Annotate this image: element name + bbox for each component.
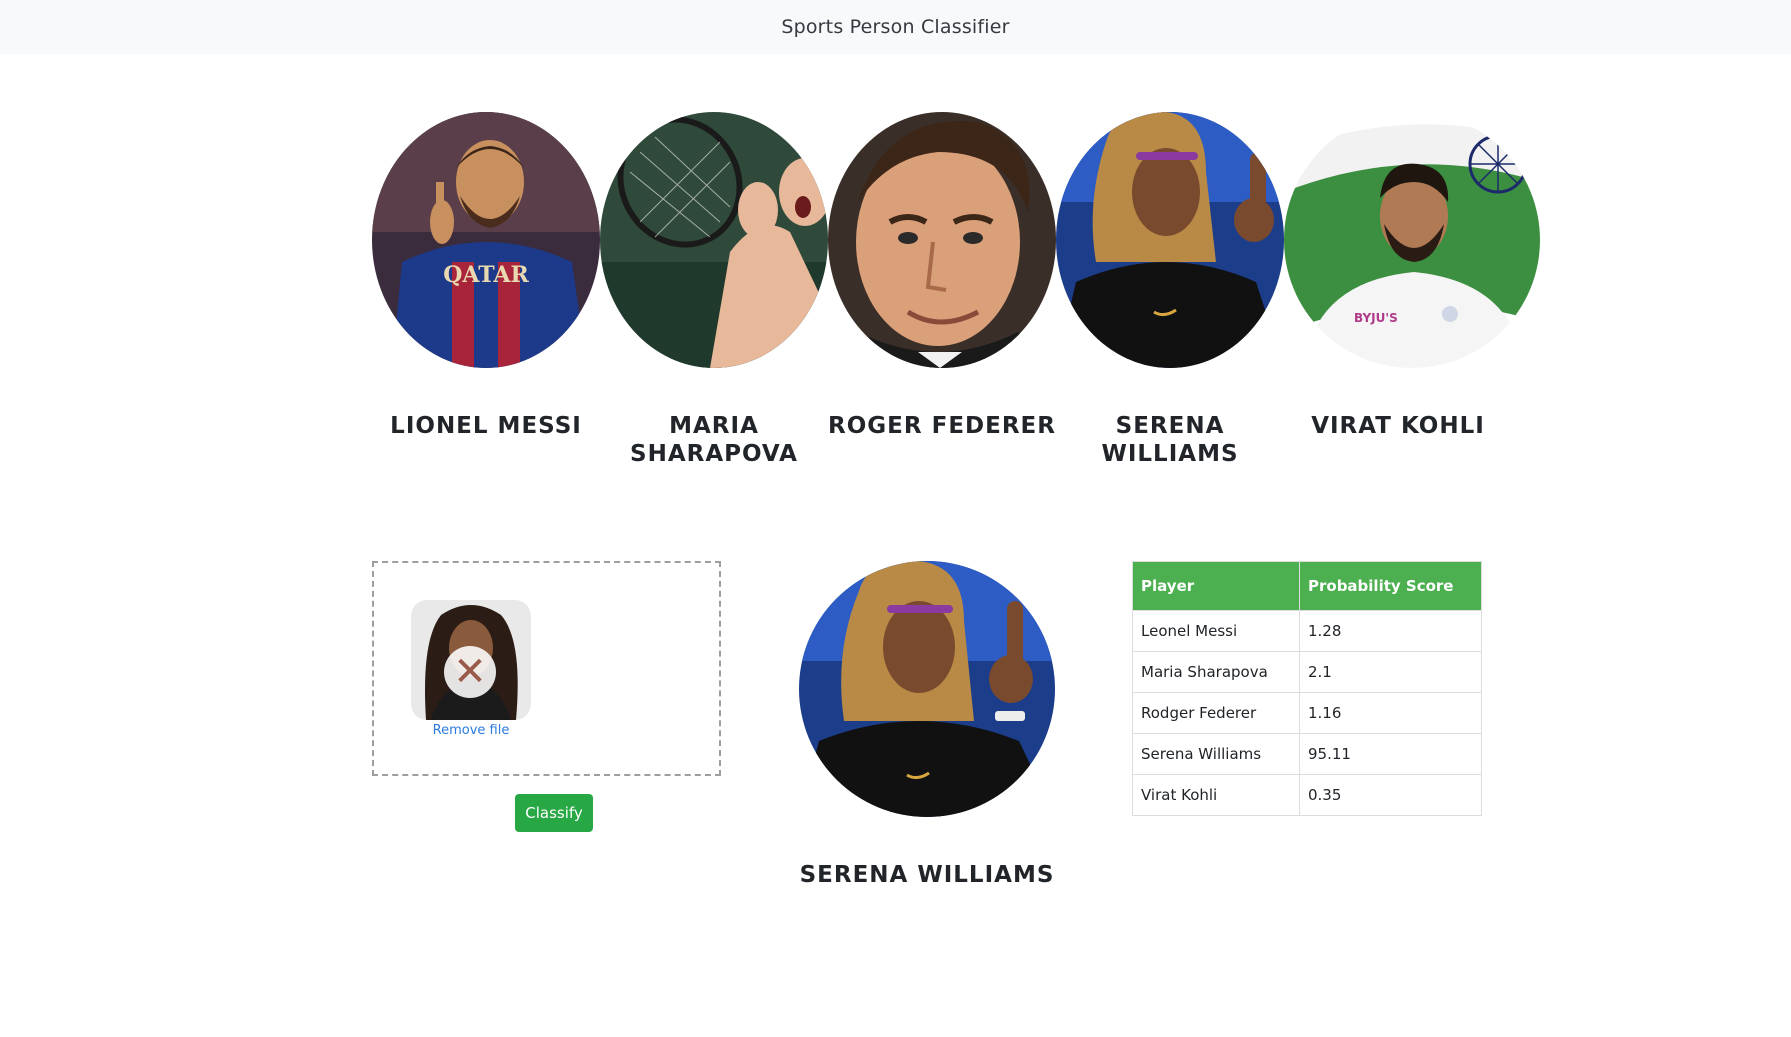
uploaded-image-thumbnail: ✕ (411, 600, 531, 720)
player-name: SERENA WILLIAMS (1101, 413, 1239, 467)
score-cell: 95.11 (1299, 733, 1482, 775)
classify-button[interactable]: Classify (515, 794, 593, 832)
virat-kohli-photo: BYJU'S (1284, 112, 1540, 368)
roger-federer-photo (828, 112, 1056, 368)
player-card-messi: QATAR LIONEL MESSI (372, 112, 600, 439)
player-name: ROGER FEDERER (828, 413, 1056, 439)
table-row: Leonel Messi 1.28 (1132, 610, 1482, 652)
score-cell: 1.16 (1299, 692, 1482, 734)
svg-text:QATAR: QATAR (443, 262, 529, 288)
player-name: LIONEL MESSI (390, 413, 582, 439)
probability-table: Player Probability Score Leonel Messi 1.… (1132, 561, 1482, 816)
table-row: Serena Williams 95.11 (1132, 733, 1482, 775)
player-name: VIRAT KOHLI (1311, 413, 1485, 439)
player-cell: Virat Kohli (1132, 774, 1300, 816)
navbar-brand[interactable]: Sports Person Classifier (781, 16, 1009, 38)
player-cell: Leonel Messi (1132, 610, 1300, 652)
score-cell: 2.1 (1299, 651, 1482, 693)
player-card-kohli: BYJU'S VIRAT KOHLI (1284, 112, 1540, 439)
navbar: Sports Person Classifier (0, 0, 1791, 54)
table-row: Maria Sharapova 2.1 (1132, 651, 1482, 693)
remove-file-link[interactable]: Remove file (411, 723, 531, 738)
result-name: SERENA WILLIAMS (799, 862, 1055, 888)
table-row: Rodger Federer 1.16 (1132, 692, 1482, 734)
column-header-score: Probability Score (1299, 561, 1482, 611)
player-cell: Serena Williams (1132, 733, 1300, 775)
result-card (799, 561, 1055, 817)
player-cell: Rodger Federer (1132, 692, 1300, 734)
svg-text:BYJU'S: BYJU'S (1354, 311, 1398, 325)
player-card-sharapova: MARIA SHARAPOVA (600, 112, 828, 467)
player-card-federer: ROGER FEDERER (828, 112, 1056, 439)
score-cell: 1.28 (1299, 610, 1482, 652)
score-cell: 0.35 (1299, 774, 1482, 816)
table-row: Virat Kohli 0.35 (1132, 774, 1482, 816)
player-name: MARIA SHARAPOVA (630, 413, 798, 467)
serena-williams-photo (799, 561, 1055, 817)
player-card-serena: SERENA WILLIAMS (1056, 112, 1284, 467)
upload-dropzone[interactable]: ✕ Remove file (372, 561, 721, 776)
close-icon[interactable]: ✕ (444, 646, 496, 698)
player-cell: Maria Sharapova (1132, 651, 1300, 693)
table-header-row: Player Probability Score (1132, 561, 1482, 611)
lionel-messi-photo: QATAR (372, 112, 600, 368)
maria-sharapova-photo (600, 112, 828, 368)
serena-williams-photo (1056, 112, 1284, 368)
column-header-player: Player (1132, 561, 1300, 611)
